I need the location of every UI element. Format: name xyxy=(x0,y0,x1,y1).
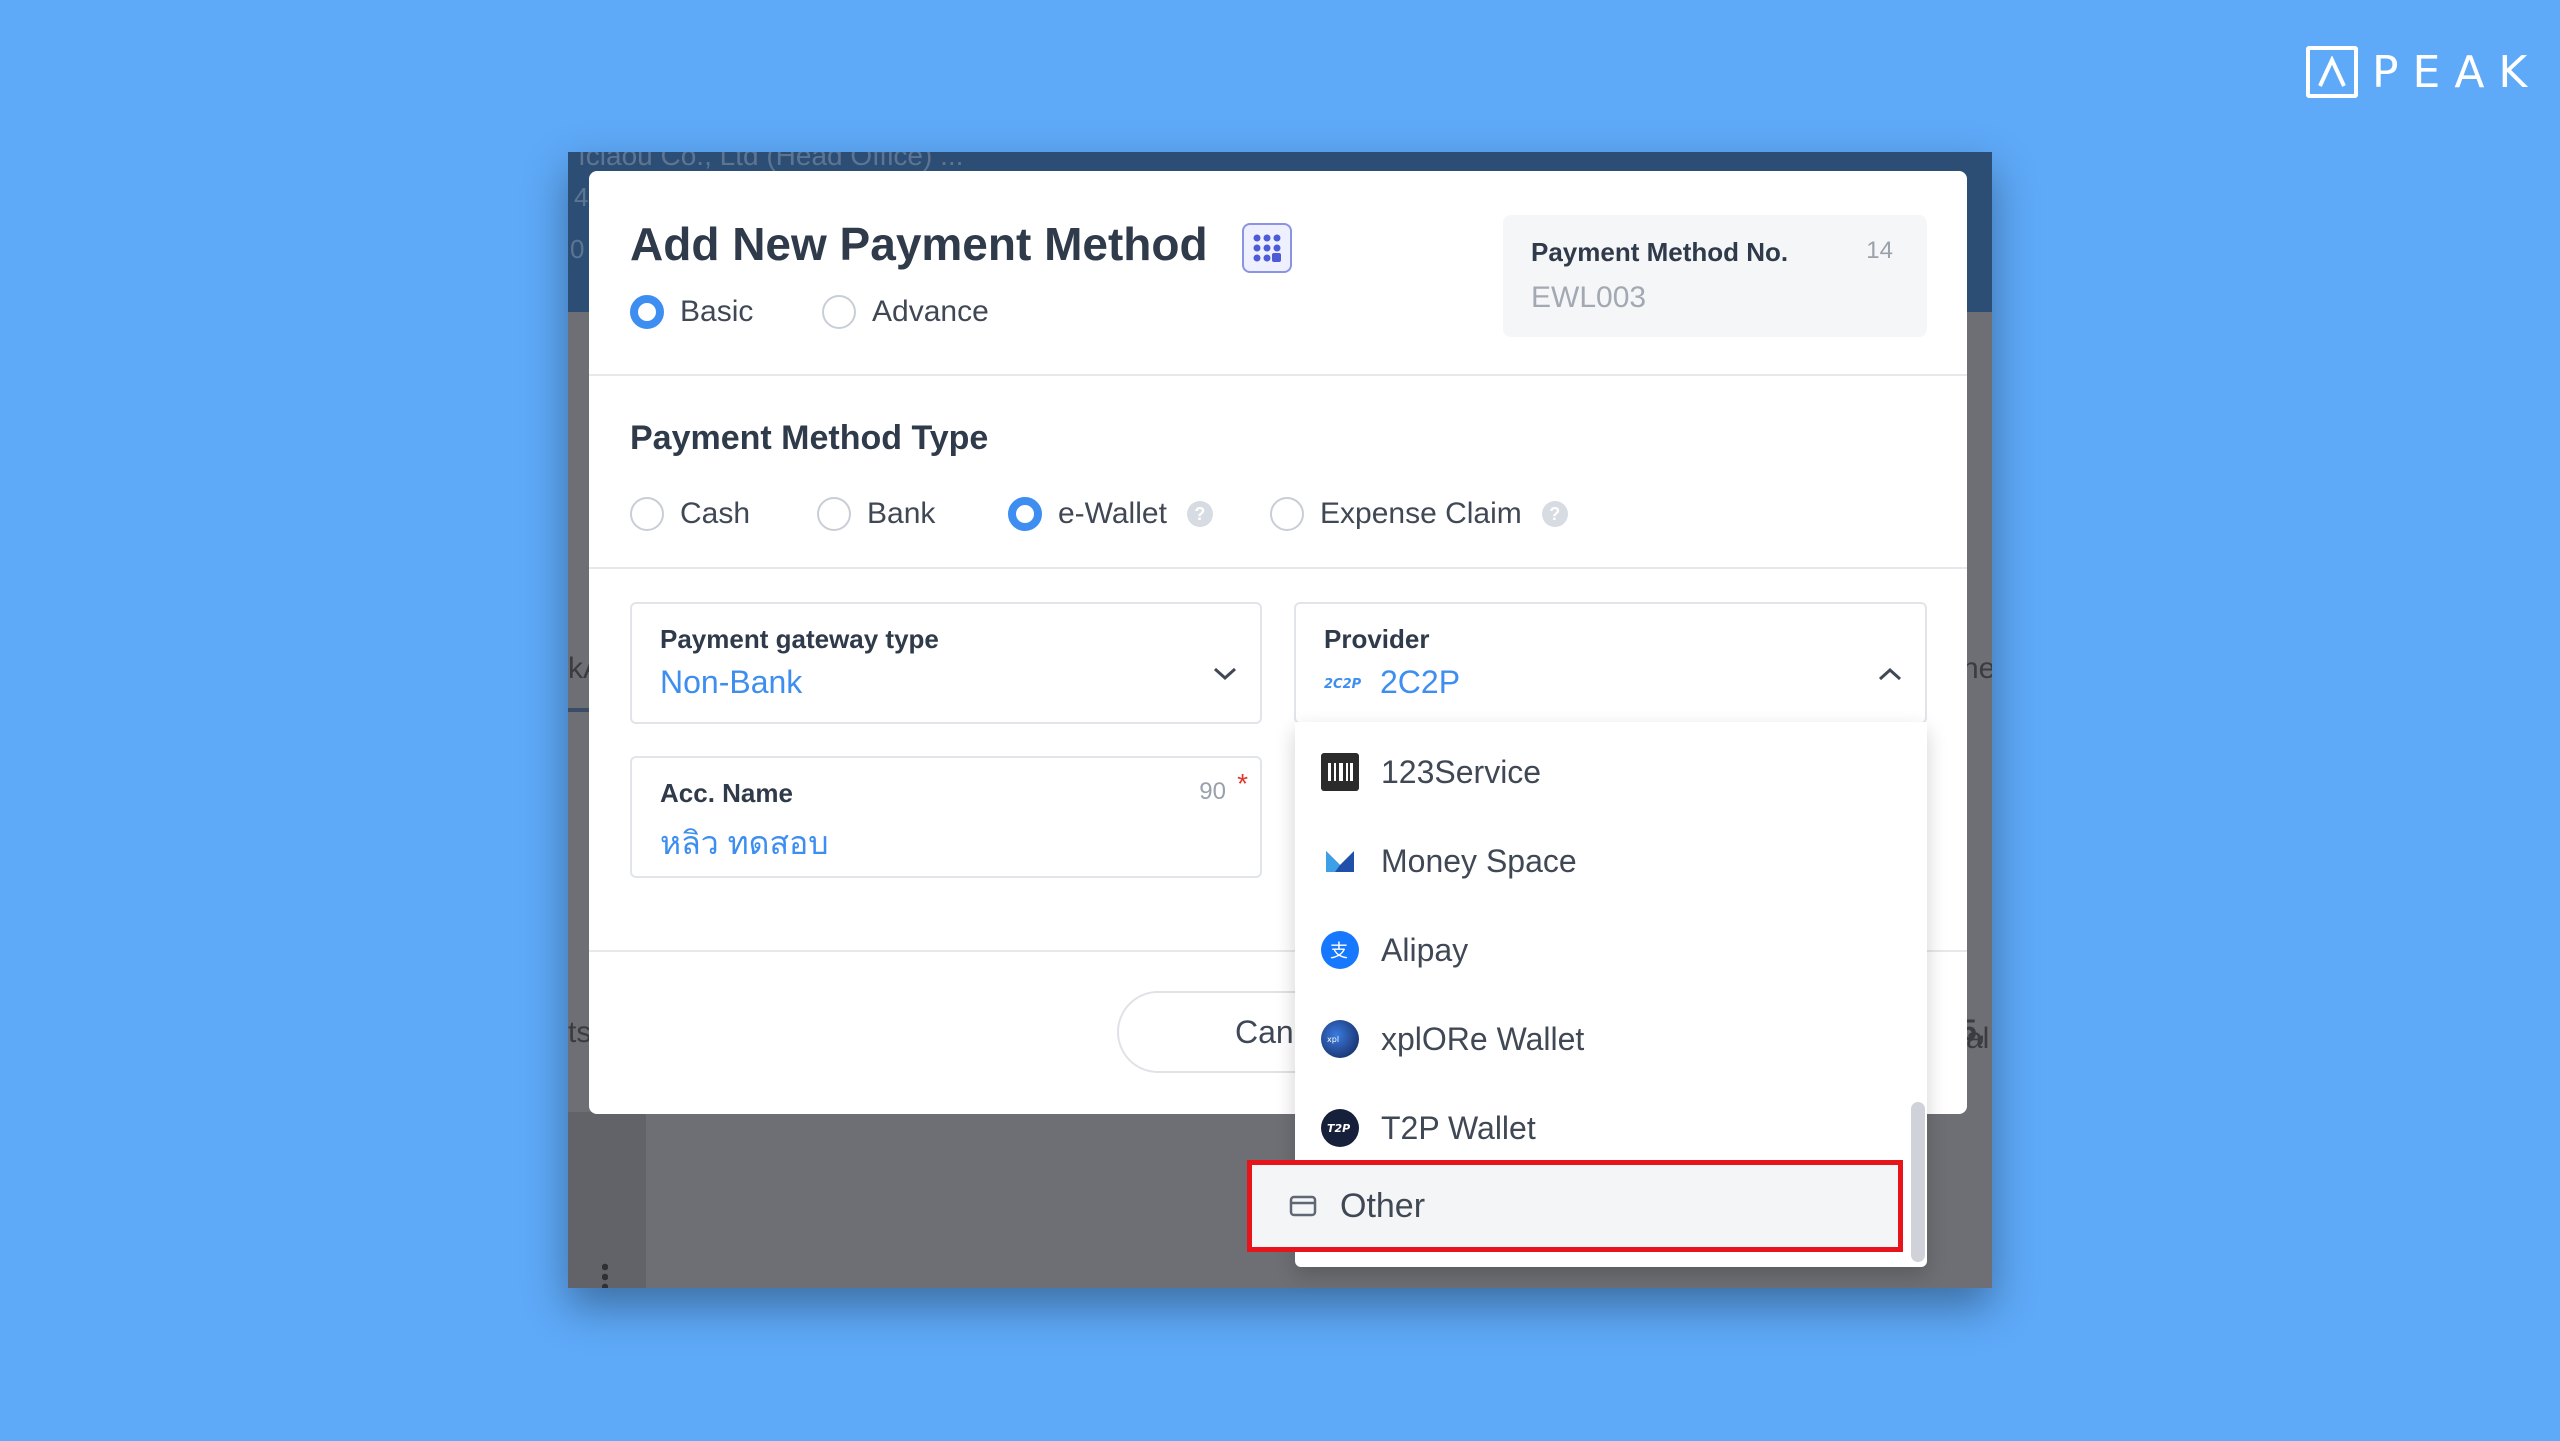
divider xyxy=(589,567,1967,569)
123service-icon xyxy=(1321,753,1359,791)
payment-method-number-value[interactable]: EWL003 xyxy=(1531,281,1646,315)
money-space-icon xyxy=(1321,842,1359,880)
account-name-field[interactable]: Acc. Name 90 * หลิว ทดสอบ xyxy=(630,756,1262,878)
2c2p-icon: 2C2P xyxy=(1324,677,1362,692)
help-icon[interactable]: ? xyxy=(1541,501,1568,527)
peak-logo: PEAK xyxy=(2306,46,2541,98)
provider-option-alipay[interactable]: 支 Alipay xyxy=(1295,906,1927,994)
mode-option-basic[interactable]: Basic xyxy=(630,295,753,329)
type-option-bank[interactable]: Bank xyxy=(817,497,935,531)
xplore-wallet-icon: xpl xyxy=(1321,1020,1359,1058)
mode-option-advance[interactable]: Advance xyxy=(822,295,989,329)
peak-logo-text: PEAK xyxy=(2372,46,2542,98)
provider-option-label: xplORe Wallet xyxy=(1381,1020,1585,1057)
background-text-fragment: 4 xyxy=(574,182,589,212)
t2p-wallet-icon: T2P xyxy=(1321,1109,1359,1147)
svg-text:xpl: xpl xyxy=(1327,1035,1339,1044)
chevron-down-icon xyxy=(1213,667,1237,681)
more-options-icon xyxy=(602,1262,608,1288)
required-marker: * xyxy=(1237,768,1248,799)
payment-method-type-title: Payment Method Type xyxy=(630,419,989,457)
account-name-input[interactable]: หลิว ทดสอบ xyxy=(660,818,829,869)
svg-text:2C2P: 2C2P xyxy=(1324,677,1362,692)
provider-option-123service[interactable]: 123Service xyxy=(1295,728,1927,816)
svg-text:T2P: T2P xyxy=(1327,1122,1350,1135)
provider-selected-value: 2C2P 2C2P xyxy=(1324,664,1460,701)
apps-icon[interactable] xyxy=(1242,223,1292,273)
background-text-fragment: 0 xyxy=(570,234,585,264)
provider-option-label: Money Space xyxy=(1381,842,1577,879)
payment-method-number-label: Payment Method No. xyxy=(1531,237,1789,267)
radio-advance[interactable] xyxy=(822,295,856,329)
provider-option-label: Other xyxy=(1340,1186,1426,1225)
background-text-fragment: ts xyxy=(568,1016,592,1049)
radio-bank[interactable] xyxy=(817,497,851,531)
provider-option-label: 123Service xyxy=(1381,753,1542,790)
mode-option-label: Basic xyxy=(680,295,754,328)
type-option-ewallet[interactable]: e-Wallet ? xyxy=(1008,497,1213,531)
field-label: Provider xyxy=(1324,624,1430,654)
alipay-icon: 支 xyxy=(1321,931,1359,969)
payment-method-number-box: Payment Method No. 14 EWL003 xyxy=(1503,215,1927,337)
other-icon xyxy=(1289,1195,1317,1217)
field-value: 2C2P xyxy=(1380,664,1461,700)
field-value: Non-Bank xyxy=(660,664,803,700)
dropdown-scrollbar[interactable] xyxy=(1911,1102,1925,1262)
field-label: Acc. Name xyxy=(660,778,793,808)
type-option-label: Cash xyxy=(680,497,751,530)
provider-option-t2p-wallet[interactable]: T2P T2P Wallet xyxy=(1295,1084,1927,1172)
provider-select[interactable]: Provider 2C2P 2C2P xyxy=(1294,602,1927,724)
provider-option-other[interactable]: Other xyxy=(1247,1160,1903,1252)
chevron-up-icon xyxy=(1878,667,1902,681)
payment-gateway-type-select[interactable]: Payment gateway type Non-Bank xyxy=(630,602,1262,724)
background-text-fragment: al xyxy=(1966,1022,1990,1055)
help-icon[interactable]: ? xyxy=(1186,501,1213,527)
type-option-label: Bank xyxy=(867,497,936,530)
type-option-cash[interactable]: Cash xyxy=(630,497,750,531)
peak-logo-icon xyxy=(2306,46,2358,98)
mode-option-label: Advance xyxy=(872,295,989,328)
type-option-label: e-Wallet xyxy=(1058,497,1167,530)
field-label: Payment gateway type xyxy=(660,624,939,654)
radio-basic[interactable] xyxy=(630,295,664,329)
modal-title: Add New Payment Method xyxy=(630,218,1208,270)
provider-option-label: Alipay xyxy=(1381,931,1469,968)
background-company-name: ıclaou Co., Ltd (Head Office) ... xyxy=(578,152,964,171)
provider-option-xplore-wallet[interactable]: xpl xplORe Wallet xyxy=(1295,995,1927,1083)
divider xyxy=(589,374,1967,376)
type-option-label: Expense Claim xyxy=(1320,497,1522,530)
radio-cash[interactable] xyxy=(630,497,664,531)
radio-ewallet[interactable] xyxy=(1008,497,1042,531)
character-count: 90 xyxy=(1199,778,1226,805)
radio-expense-claim[interactable] xyxy=(1270,497,1304,531)
type-option-expense-claim[interactable]: Expense Claim ? xyxy=(1270,497,1568,531)
svg-text:支: 支 xyxy=(1330,941,1348,962)
provider-option-label: T2P Wallet xyxy=(1381,1109,1536,1146)
payment-method-number-count: 14 xyxy=(1866,237,1893,264)
provider-option-money-space[interactable]: Money Space xyxy=(1295,817,1927,905)
